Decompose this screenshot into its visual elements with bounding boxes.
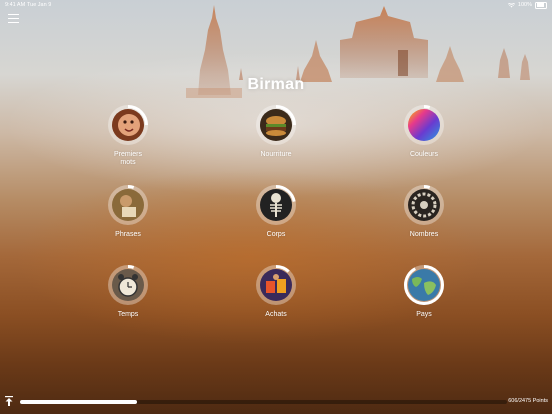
category-nombres[interactable]: Nombres <box>379 185 469 239</box>
points-progress-fill <box>20 400 137 404</box>
category-pays[interactable]: Pays <box>379 265 469 319</box>
progress-ring <box>404 185 444 225</box>
category-label: Corps <box>266 231 286 238</box>
progress-ring <box>256 265 296 305</box>
status-time: 9:41 AM <box>5 2 26 8</box>
category-nourriture[interactable]: Nourriture <box>231 105 321 159</box>
skeleton-photo-icon <box>260 189 292 221</box>
category-label: Couleurs <box>409 151 438 158</box>
category-couleurs[interactable]: Couleurs <box>379 105 469 159</box>
progress-ring <box>108 185 148 225</box>
wifi-icon <box>507 2 515 7</box>
progress-ring <box>108 265 148 305</box>
category-label: Temps <box>117 311 139 318</box>
category-label: Phrases <box>115 231 141 238</box>
bottom-progress-bar: 606/2475 Points <box>0 392 552 414</box>
status-right: 100% <box>507 0 547 10</box>
page-title: Birman <box>247 76 305 93</box>
category-label: Nombres <box>409 231 439 238</box>
category-corps[interactable]: Corps <box>231 185 321 239</box>
alarm-clock-photo-icon <box>112 269 144 301</box>
burger-photo-icon <box>260 109 292 141</box>
number-dial-photo-icon <box>408 189 440 221</box>
baby-face-photo-icon <box>112 109 144 141</box>
category-label: Nourriture <box>260 151 292 158</box>
progress-ring <box>404 265 444 305</box>
category-phrases[interactable]: Phrases <box>83 185 173 239</box>
progress-ring <box>404 105 444 145</box>
category-label: Premiers mots <box>113 151 142 166</box>
progress-ring <box>108 105 148 145</box>
scroll-to-top-icon[interactable] <box>5 396 13 406</box>
status-bar: 9:41 AM Tue Jan 9 100% <box>0 0 552 10</box>
points-progress-track <box>20 400 507 404</box>
category-premiers-mots[interactable]: Premiers mots <box>83 105 173 167</box>
progress-ring <box>256 105 296 145</box>
battery-percent: 100% <box>517 2 532 8</box>
category-label: Pays <box>416 311 432 318</box>
category-temps[interactable]: Temps <box>83 265 173 319</box>
points-label: 606/2475 Points <box>508 398 548 404</box>
person-reading-photo-icon <box>112 189 144 221</box>
progress-ring <box>256 185 296 225</box>
category-label: Achats <box>265 311 287 318</box>
hamburger-menu-icon[interactable] <box>8 13 20 24</box>
shopping-photo-icon <box>260 269 292 301</box>
battery-icon <box>535 1 547 9</box>
rainbow-paint-photo-icon <box>408 109 440 141</box>
status-date: Tue Jan 9 <box>27 2 52 8</box>
category-achats[interactable]: Achats <box>231 265 321 319</box>
world-map-photo-icon <box>408 269 440 301</box>
